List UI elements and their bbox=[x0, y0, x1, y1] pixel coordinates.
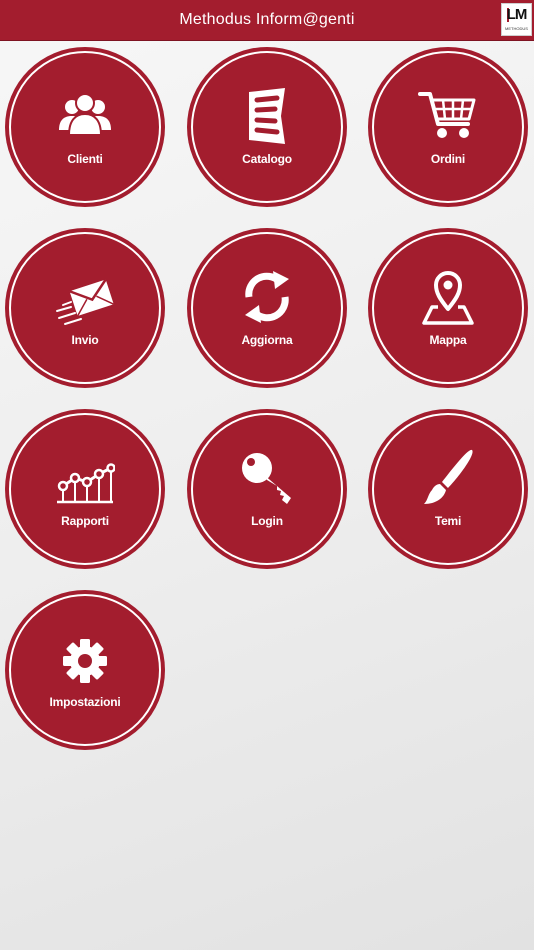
menu-tile-invio[interactable]: Invio bbox=[6, 229, 164, 387]
key-icon bbox=[237, 448, 297, 508]
menu-tile-label: Catalogo bbox=[242, 152, 292, 166]
logo-mark: LM bbox=[506, 6, 528, 23]
menu-tile-ordini[interactable]: Ordini bbox=[369, 48, 527, 206]
menu-tile-impostazioni[interactable]: Impostazioni bbox=[6, 591, 164, 749]
catalog-icon bbox=[237, 86, 297, 146]
users-icon bbox=[55, 86, 115, 146]
menu-tile-label: Ordini bbox=[430, 152, 466, 166]
refresh-icon bbox=[237, 267, 297, 327]
paintbrush-icon bbox=[418, 448, 478, 508]
menu-tile-label: Aggiorna bbox=[241, 333, 293, 347]
app-header: Methodus Inform@genti LM METHODUS bbox=[0, 0, 534, 41]
menu-tile-label: Mappa bbox=[429, 333, 467, 347]
chart-line-icon bbox=[55, 448, 115, 508]
menu-tile-login[interactable]: Login bbox=[188, 410, 346, 568]
menu-tile-label: Temi bbox=[434, 514, 462, 528]
menu-tile-label: Login bbox=[251, 514, 283, 528]
menu-tile-label: Invio bbox=[71, 333, 99, 347]
envelope-icon bbox=[55, 267, 115, 327]
menu-tile-label: Rapporti bbox=[61, 514, 109, 528]
gear-icon bbox=[55, 629, 115, 689]
app-title: Methodus Inform@genti bbox=[179, 11, 355, 28]
menu-tile-temi[interactable]: Temi bbox=[369, 410, 527, 568]
menu-tile-mappa[interactable]: Mappa bbox=[369, 229, 527, 387]
menu-tile-label: Impostazioni bbox=[49, 695, 121, 709]
menu-tile-clienti[interactable]: Clienti bbox=[6, 48, 164, 206]
map-pin-icon bbox=[418, 267, 478, 327]
brand-logo[interactable]: LM METHODUS bbox=[501, 3, 532, 36]
menu-tile-aggiorna[interactable]: Aggiorna bbox=[188, 229, 346, 387]
cart-icon bbox=[418, 86, 478, 146]
menu-tile-label: Clienti bbox=[67, 152, 103, 166]
logo-subtext: METHODUS bbox=[505, 26, 528, 31]
menu-tile-catalogo[interactable]: Catalogo bbox=[188, 48, 346, 206]
menu-tile-rapporti[interactable]: Rapporti bbox=[6, 410, 164, 568]
